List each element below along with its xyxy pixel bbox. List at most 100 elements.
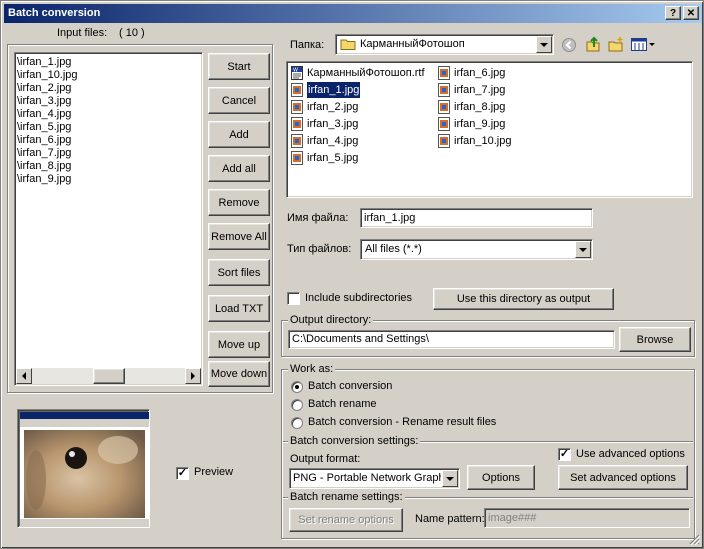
file-browser-item-label: irfan_8.jpg (454, 101, 506, 113)
filetype-combo[interactable]: All files (*.*) (360, 239, 593, 260)
remove-all-button[interactable]: Remove All (208, 223, 270, 250)
name-pattern-label: Name pattern: (415, 513, 485, 525)
filetype-dropdown-button[interactable] (575, 241, 591, 258)
options-button[interactable]: Options (467, 465, 535, 490)
preview-checkbox[interactable]: ✓ (176, 467, 189, 480)
move-up-button[interactable]: Move up (208, 331, 270, 358)
input-file-item[interactable]: \irfan_3.jpg (15, 95, 200, 108)
file-browser-item[interactable]: irfan_5.jpg (290, 150, 358, 166)
input-file-item[interactable]: \irfan_5.jpg (15, 121, 200, 134)
batch-conversion-window: Batch conversion ? ✕ Input files: ( 10 )… (0, 0, 704, 549)
use-advanced-options-checkbox[interactable]: ✓ (558, 448, 571, 461)
file-browser-item[interactable]: irfan_8.jpg (437, 99, 505, 115)
check-icon: ✓ (559, 448, 570, 460)
radio-batch-rename[interactable] (291, 399, 303, 411)
input-file-item[interactable]: \irfan_6.jpg (15, 134, 200, 147)
folder-label: Папка: (290, 39, 325, 51)
output-format-dropdown-button[interactable] (442, 470, 458, 487)
back-icon[interactable] (562, 38, 576, 52)
up-folder-icon[interactable] (585, 36, 601, 52)
scroll-right-button[interactable] (185, 368, 201, 384)
file-browser-item-label: irfan_2.jpg (307, 101, 359, 113)
filename-label: Имя файла: (287, 212, 349, 224)
filetype-value: All files (*.*) (365, 243, 422, 255)
remove-button[interactable]: Remove (208, 189, 270, 216)
new-folder-icon[interactable] (608, 36, 624, 52)
title-bar[interactable]: Batch conversion ? ✕ (4, 4, 702, 23)
file-browser-item-label: irfan_9.jpg (454, 118, 506, 130)
conversion-settings-label: Batch conversion settings: (288, 435, 421, 447)
input-file-item[interactable]: \irfan_1.jpg (15, 56, 200, 69)
radio-batch-conversion-rename-label: Batch conversion - Rename result files (308, 416, 497, 428)
rename-settings-label: Batch rename settings: (288, 491, 405, 503)
add-all-button[interactable]: Add all (208, 155, 270, 182)
jpg-file-icon (437, 83, 451, 97)
include-subdirectories-checkbox[interactable] (287, 292, 300, 305)
output-directory-value: C:\Documents and Settings\ (292, 333, 429, 345)
set-rename-options-button[interactable]: Set rename options (289, 508, 403, 532)
preview-image (17, 409, 150, 528)
help-button[interactable]: ? (665, 6, 681, 20)
set-advanced-options-button[interactable]: Set advanced options (558, 465, 688, 490)
use-directory-as-output-button[interactable]: Use this directory as output (433, 288, 614, 310)
radio-batch-conversion[interactable] (291, 381, 303, 393)
file-browser-item[interactable]: irfan_1.jpg (290, 81, 362, 99)
name-pattern-input[interactable]: image### (484, 508, 690, 528)
file-browser-item[interactable]: irfan_7.jpg (437, 82, 505, 98)
jpg-file-icon (290, 151, 304, 165)
close-button[interactable]: ✕ (683, 6, 699, 20)
output-directory-input[interactable]: C:\Documents and Settings\ (288, 330, 615, 349)
input-files-list[interactable]: \irfan_1.jpg \irfan_10.jpg \irfan_2.jpg \ir… (14, 52, 203, 386)
file-browser-item-label: irfan_10.jpg (454, 135, 512, 147)
file-browser-item-label: КарманныйФотошоп.rtf (307, 67, 425, 79)
filetype-label: Тип файлов: (287, 243, 352, 255)
jpg-file-icon (437, 117, 451, 131)
move-down-button[interactable]: Move down (208, 361, 270, 387)
file-browser-item[interactable]: irfan_10.jpg (437, 133, 512, 149)
load-txt-button[interactable]: Load TXT (208, 295, 270, 322)
input-file-item[interactable]: \irfan_2.jpg (15, 82, 200, 95)
start-button[interactable]: Start (208, 53, 270, 80)
jpg-file-icon (290, 83, 304, 97)
file-browser-item[interactable]: irfan_6.jpg (437, 65, 505, 81)
horizontal-scrollbar[interactable] (16, 368, 201, 384)
output-format-combo[interactable]: PNG - Portable Network Graphics (289, 468, 460, 489)
scroll-thumb[interactable] (93, 368, 125, 384)
work-as-label: Work as: (288, 363, 336, 375)
file-browser-item[interactable]: irfan_2.jpg (290, 99, 358, 115)
jpg-file-icon (437, 100, 451, 114)
jpg-file-icon (290, 134, 304, 148)
output-directory-label: Output directory: (288, 314, 374, 326)
file-browser-item[interactable]: irfan_3.jpg (290, 116, 358, 132)
rtf-document-icon: W (290, 66, 304, 80)
use-advanced-options-label: Use advanced options (576, 448, 685, 460)
folder-dropdown-button[interactable] (536, 36, 552, 53)
chevron-down-icon (446, 476, 454, 481)
scroll-left-button[interactable] (16, 368, 32, 384)
file-browser-item[interactable]: W КарманныйФотошоп.rtf (290, 65, 425, 81)
chevron-down-icon (540, 42, 548, 47)
cancel-button[interactable]: Cancel (208, 87, 270, 114)
file-browser-item-label: irfan_6.jpg (454, 67, 506, 79)
resize-grip-icon[interactable] (688, 533, 701, 546)
file-browser-list[interactable]: W КарманныйФотошоп.rtf irfan_1.jpg irfan_2.… (286, 61, 693, 198)
input-file-item[interactable]: \irfan_9.jpg (15, 173, 200, 186)
file-browser-item-label: irfan_5.jpg (307, 152, 359, 164)
input-file-item[interactable]: \irfan_8.jpg (15, 160, 200, 173)
folder-combo[interactable]: КарманныйФотошоп (335, 34, 554, 55)
input-file-item[interactable]: \irfan_4.jpg (15, 108, 200, 121)
sort-files-button[interactable]: Sort files (208, 259, 270, 286)
browse-button[interactable]: Browse (619, 327, 691, 352)
input-file-item[interactable]: \irfan_7.jpg (15, 147, 200, 160)
input-file-item[interactable]: \irfan_10.jpg (15, 69, 200, 82)
filename-input[interactable]: irfan_1.jpg (360, 208, 593, 228)
view-menu-icon[interactable] (631, 38, 655, 51)
radio-batch-conversion-rename[interactable] (291, 417, 303, 429)
arrow-left-icon (22, 372, 26, 380)
file-browser-item[interactable]: irfan_9.jpg (437, 116, 505, 132)
output-format-label: Output format: (290, 453, 361, 465)
file-browser-item-label: irfan_7.jpg (454, 84, 506, 96)
file-browser-item-label: irfan_4.jpg (307, 135, 359, 147)
file-browser-item[interactable]: irfan_4.jpg (290, 133, 358, 149)
add-button[interactable]: Add (208, 121, 270, 148)
